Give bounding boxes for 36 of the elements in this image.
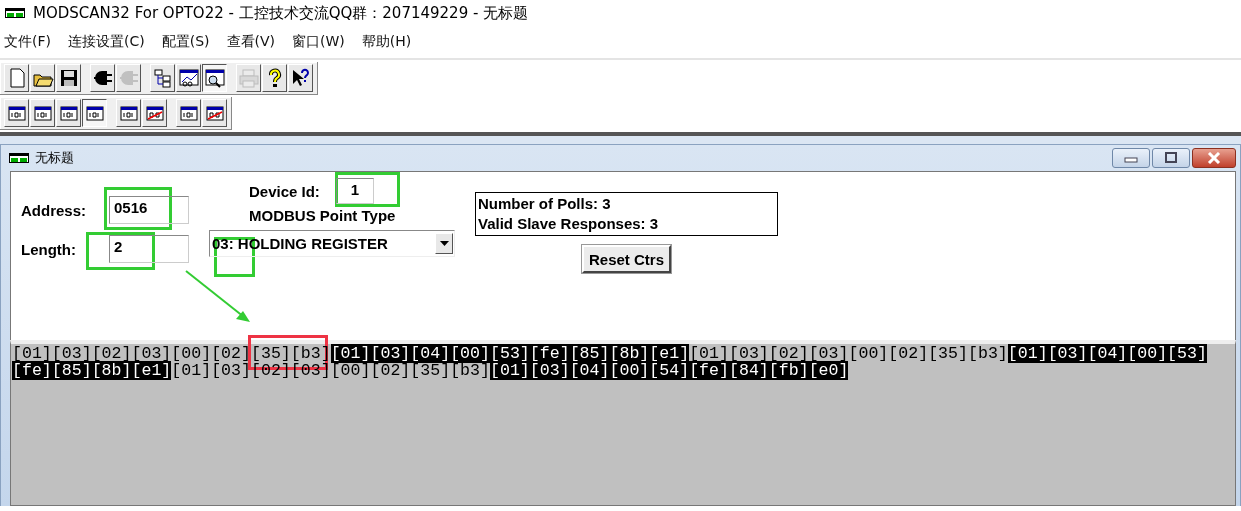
printer-icon — [237, 67, 260, 89]
menu-item[interactable]: 帮助(H) — [361, 33, 421, 51]
length-field[interactable]: 2 — [109, 235, 189, 263]
menu-item[interactable]: 窗口(W) — [292, 33, 354, 51]
chart-window-icon — [177, 67, 200, 89]
sent-bytes-text: [01][03][02][03][00][02][35][b3] — [171, 361, 490, 380]
close-button[interactable] — [1192, 148, 1236, 168]
window-icon — [9, 153, 29, 163]
statistic-text: Number of Polls: 3 — [478, 194, 612, 214]
toolbar-button[interactable] — [202, 64, 227, 92]
maximize-icon — [1163, 152, 1179, 164]
received-bytes-text: [01][03][04][00][53][fe][85][8b][e1] — [330, 344, 690, 363]
window-title: MODSCAN32 For OPTO22 - 工控技术交流QQ群：207149229 - 无标题 — [33, 3, 529, 23]
menu-item[interactable]: 文件(F) — [4, 33, 60, 51]
magnifier-window-icon — [203, 67, 226, 89]
field-label: Device Id: — [249, 182, 320, 200]
dropdown-arrow-icon — [439, 241, 449, 246]
document-title: 无标题 — [35, 149, 75, 167]
reset-counters-button[interactable]: Reset Ctrs — [582, 245, 671, 273]
field-label: MODBUS Point Type — [249, 207, 397, 224]
tree-icon — [151, 67, 174, 89]
maximize-button[interactable] — [1152, 148, 1190, 168]
field-label: Address: — [21, 201, 88, 219]
menu-item[interactable]: 连接设置(C) — [68, 33, 154, 51]
app-icon — [5, 8, 25, 18]
received-bytes-text: [01][03][04][00][54][fe][84][fb][e0] — [490, 361, 849, 380]
minimize-button[interactable] — [1112, 148, 1150, 168]
menu-item[interactable]: 查看(V) — [226, 33, 284, 51]
toolbar-button[interactable] — [82, 99, 107, 127]
device-id-field[interactable]: 1 — [335, 178, 374, 204]
menu-item[interactable]: 配置(S) — [161, 33, 219, 51]
statistic-text: Valid Slave Responses: 3 — [478, 214, 660, 234]
sent-bytes-text: [01][03][02][03][00][02][35][b3] — [689, 344, 1008, 363]
address-field[interactable]: 0516 — [109, 196, 189, 224]
field-label: Length: — [21, 240, 77, 258]
close-icon — [1206, 152, 1222, 164]
